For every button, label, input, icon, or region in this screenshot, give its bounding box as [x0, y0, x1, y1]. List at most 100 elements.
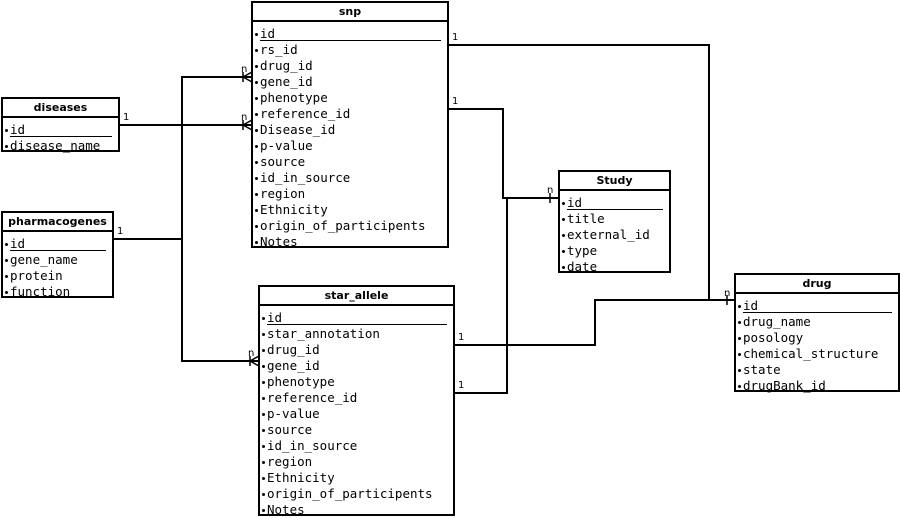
primary-key-field: id [3, 122, 118, 138]
field-bullet-icon [255, 81, 258, 84]
entity-star-allele[interactable]: star_allele id star_annotation drug_id gene… [258, 285, 455, 518]
field-bullet-icon [262, 429, 265, 432]
primary-key-underline [267, 324, 447, 325]
field-bullet-icon [262, 461, 265, 464]
cardinality-drug-many: n [724, 288, 731, 299]
entity-title: drug [736, 275, 898, 294]
field-row: star_annotation [260, 326, 453, 342]
field-name: protein [10, 268, 63, 283]
cardinality-star-allele-gene-many: n [248, 348, 255, 359]
field-bullet-icon [255, 177, 258, 180]
field-name: source [260, 154, 306, 169]
entity-snp[interactable]: snp id rs_id drug_id gene_id phenotype refere… [251, 1, 449, 250]
entity-drug[interactable]: drug id drug_name posology chemical_structu… [734, 273, 900, 394]
field-name: star_annotation [267, 326, 380, 341]
primary-key-field: id [3, 236, 112, 252]
entity-title: snp [253, 3, 447, 22]
field-name: id [567, 195, 583, 210]
er-diagram: 1 1 n n 1 n n 1 n 1 1 snp id rs_id drug_id… [0, 0, 900, 518]
field-bullet-icon [5, 243, 8, 246]
entity-title: star_allele [260, 287, 453, 306]
entity-pharmacogenes[interactable]: pharmacogenes id gene_name protein function [1, 211, 114, 300]
field-row: type [560, 243, 669, 259]
field-row: region [253, 186, 447, 202]
cardinality-pharmacogenes-one: 1 [117, 226, 124, 237]
entity-title: Study [560, 172, 669, 191]
field-bullet-icon [562, 250, 565, 253]
field-row: gene_id [260, 358, 453, 374]
field-name: Disease_id [260, 122, 336, 137]
field-name: id_in_source [260, 170, 351, 185]
field-row: Ethnicity [253, 202, 447, 218]
primary-key-field: id [560, 195, 669, 211]
field-list: id title external_id type date [560, 191, 669, 275]
field-list: id rs_id drug_id gene_id phenotype reference_… [253, 22, 447, 250]
field-row: reference_id [260, 390, 453, 406]
field-bullet-icon [5, 291, 8, 294]
field-bullet-icon [562, 202, 565, 205]
field-bullet-icon [255, 193, 258, 196]
cardinality-star-allele-drug-one: 1 [458, 332, 465, 343]
field-name: chemical_structure [743, 346, 879, 361]
field-name: p-value [267, 406, 320, 421]
field-bullet-icon [738, 385, 741, 388]
field-row: external_id [560, 227, 669, 243]
field-bullet-icon [5, 129, 8, 132]
field-bullet-icon [255, 113, 258, 116]
field-name: Ethnicity [267, 470, 335, 485]
field-bullet-icon [255, 225, 258, 228]
field-row: drug_id [253, 58, 447, 74]
field-name: id [267, 310, 283, 325]
field-bullet-icon [738, 321, 741, 324]
primary-key-underline [260, 40, 441, 41]
field-name: origin_of_participents [267, 486, 433, 501]
field-row: drugBank_id [736, 378, 898, 394]
field-name: gene_name [10, 252, 78, 267]
field-name: state [743, 362, 781, 377]
field-row: rs_id [253, 42, 447, 58]
primary-key-underline [567, 209, 663, 210]
field-row: function [3, 284, 112, 300]
field-bullet-icon [262, 445, 265, 448]
field-name: function [10, 284, 71, 299]
field-row: gene_id [253, 74, 447, 90]
field-bullet-icon [255, 65, 258, 68]
field-row: chemical_structure [736, 346, 898, 362]
field-bullet-icon [562, 266, 565, 269]
field-row: reference_id [253, 106, 447, 122]
field-name: drug_id [260, 58, 313, 73]
field-row: title [560, 211, 669, 227]
field-bullet-icon [255, 97, 258, 100]
entity-study[interactable]: Study id title external_id type date [558, 170, 671, 275]
field-row: region [260, 454, 453, 470]
field-row: p-value [260, 406, 453, 422]
primary-key-field: id [736, 298, 898, 314]
field-name: posology [743, 330, 804, 345]
entity-title: pharmacogenes [3, 213, 112, 232]
field-name: gene_id [260, 74, 313, 89]
field-row: id_in_source [260, 438, 453, 454]
field-bullet-icon [738, 369, 741, 372]
field-name: Notes [267, 502, 305, 517]
field-name: Notes [260, 234, 298, 249]
cardinality-snp-drug-one: 1 [452, 32, 459, 43]
field-name: phenotype [267, 374, 335, 389]
field-bullet-icon [738, 353, 741, 356]
field-name: disease_name [10, 138, 101, 153]
field-row: drug_name [736, 314, 898, 330]
field-row: p-value [253, 138, 447, 154]
field-row: origin_of_participents [253, 218, 447, 234]
field-name: region [260, 186, 306, 201]
connector-star-allele-drug [454, 299, 709, 346]
cardinality-snp-disease-many: n [241, 112, 248, 123]
field-name: reference_id [260, 106, 351, 121]
entity-title: diseases [3, 99, 118, 118]
field-name: source [267, 422, 313, 437]
entity-diseases[interactable]: diseases id disease_name [1, 97, 120, 153]
field-bullet-icon [262, 317, 265, 320]
connector-star-allele-study [454, 198, 508, 394]
field-row: origin_of_participents [260, 486, 453, 502]
cardinality-star-allele-study-one: 1 [458, 380, 465, 391]
field-list: id star_annotation drug_id gene_id phenotype… [260, 306, 453, 518]
primary-key-field: id [253, 26, 447, 42]
